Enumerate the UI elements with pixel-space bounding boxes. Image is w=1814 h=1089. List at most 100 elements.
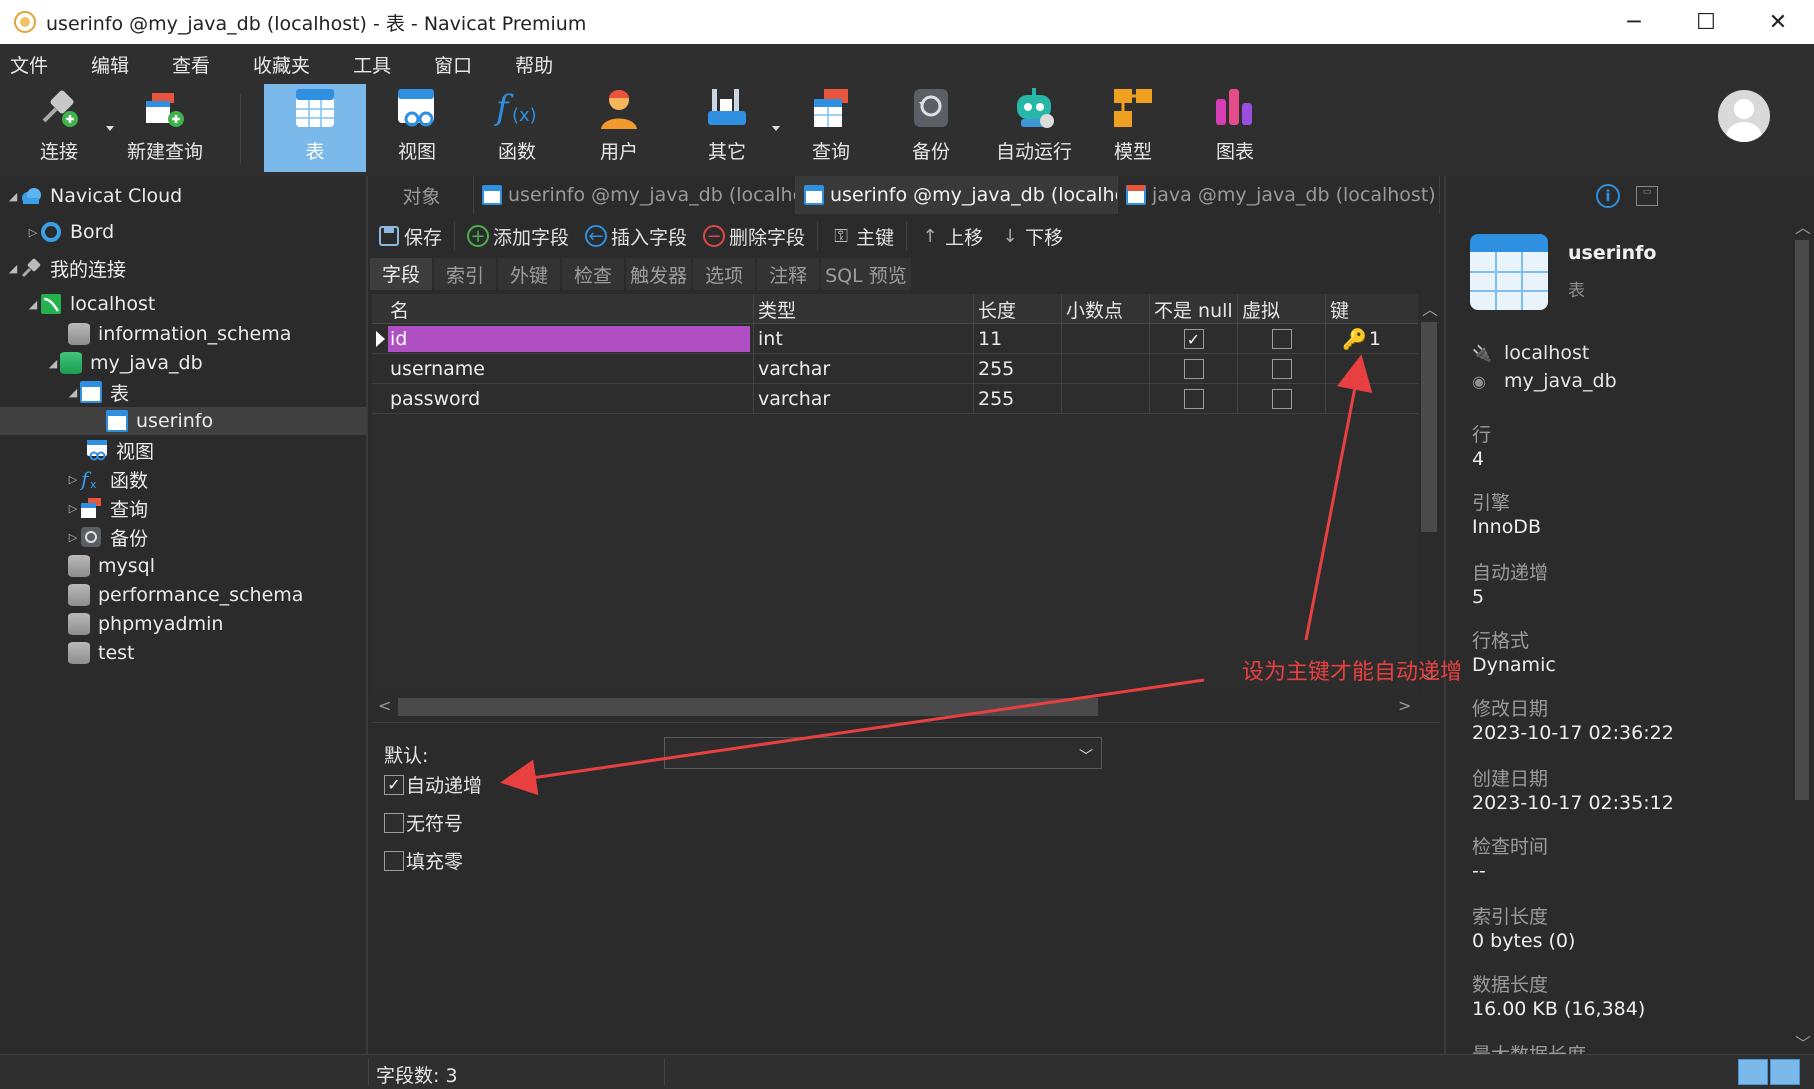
scrollbar-thumb[interactable] <box>1421 322 1437 532</box>
subtab-foreign-keys[interactable]: 外键 <box>498 258 561 290</box>
field-name-cell[interactable]: id <box>388 324 754 354</box>
chart-button[interactable]: 图表 <box>1206 84 1264 172</box>
toggle-nav-pane-button[interactable] <box>1738 1059 1768 1085</box>
zerofill-option[interactable]: 填充零 <box>384 847 463 874</box>
tab-userinfo-1[interactable]: userinfo @my_java_db (localho... <box>474 176 796 214</box>
subtab-checks[interactable]: 检查 <box>562 258 625 290</box>
close-button[interactable]: ✕ <box>1742 0 1814 44</box>
collapse-icon[interactable]: ▷ <box>66 473 80 486</box>
subtab-options[interactable]: 选项 <box>693 258 756 290</box>
field-not-null-cell[interactable] <box>1150 354 1238 384</box>
column-header-name[interactable]: 名 <box>372 294 754 324</box>
nav-db-my-java-db[interactable]: ◢ my_java_db <box>46 349 203 377</box>
field-not-null-cell[interactable] <box>1150 384 1238 414</box>
save-button[interactable]: 保存 <box>378 223 442 250</box>
primary-key-button[interactable]: ⚿ 主键 <box>830 223 894 250</box>
add-field-button[interactable]: + 添加字段 <box>467 223 569 250</box>
virtual-checkbox[interactable] <box>1271 389 1292 409</box>
scroll-left-icon[interactable]: < <box>378 696 391 715</box>
menu-help[interactable]: 帮助 <box>503 51 565 78</box>
nav-db-phpmyadmin[interactable]: phpmyadmin <box>68 610 223 638</box>
move-down-button[interactable]: ↓ 下移 <box>999 223 1064 250</box>
other-button[interactable]: 其它 <box>698 84 756 172</box>
not-null-checkbox[interactable]: ✓ <box>1183 329 1204 349</box>
view-button[interactable]: 视图 <box>388 84 446 172</box>
minimize-button[interactable]: ─ <box>1598 0 1670 44</box>
expand-icon[interactable]: ◢ <box>26 298 40 311</box>
menu-tools[interactable]: 工具 <box>341 51 403 78</box>
nav-localhost[interactable]: ◢ localhost <box>26 290 156 318</box>
column-header-key[interactable]: 键 <box>1326 294 1418 324</box>
scroll-up-icon[interactable]: ︿ <box>1422 296 1438 320</box>
virtual-checkbox[interactable] <box>1271 329 1292 349</box>
zerofill-checkbox[interactable] <box>384 850 404 871</box>
automation-button[interactable]: 自动运行 <box>996 84 1072 172</box>
subtab-fields[interactable]: 字段 <box>370 258 433 290</box>
nav-backups-folder[interactable]: ▷ 备份 <box>66 523 148 551</box>
nav-db-mysql[interactable]: mysql <box>68 552 155 580</box>
model-button[interactable]: 模型 <box>1104 84 1162 172</box>
expand-icon[interactable]: ◢ <box>6 190 20 203</box>
expand-icon[interactable]: ◢ <box>66 386 80 399</box>
field-not-null-cell[interactable]: ✓ <box>1150 324 1238 354</box>
scroll-right-icon[interactable]: > <box>1398 696 1411 715</box>
scroll-down-icon[interactable]: ﹀ <box>1795 1030 1811 1054</box>
nav-my-connections[interactable]: ◢ 我的连接 <box>6 254 126 282</box>
scroll-up-icon[interactable]: ︿ <box>1795 214 1811 238</box>
column-header-not-null[interactable]: 不是 null <box>1150 294 1238 324</box>
subtab-triggers[interactable]: 触发器 <box>626 258 692 290</box>
delete-field-button[interactable]: − 删除字段 <box>703 223 805 250</box>
info-icon[interactable]: i <box>1596 184 1620 208</box>
grid-horizontal-scrollbar[interactable]: < > <box>372 694 1418 720</box>
user-avatar[interactable] <box>1718 90 1770 142</box>
function-button[interactable]: f (x) 函数 <box>488 84 546 172</box>
nav-views-folder[interactable]: 视图 <box>86 436 154 464</box>
toggle-info-pane-button[interactable] <box>1770 1059 1800 1085</box>
menu-favorites[interactable]: 收藏夹 <box>241 51 322 78</box>
menu-edit[interactable]: 编辑 <box>79 51 141 78</box>
expand-icon[interactable]: ◢ <box>6 262 20 275</box>
table-row[interactable]: username varchar 255 <box>372 354 1418 384</box>
field-length-cell[interactable]: 255 <box>974 384 1062 414</box>
field-virtual-cell[interactable] <box>1238 384 1326 414</box>
subtab-comment[interactable]: 注释 <box>757 258 820 290</box>
nav-queries-folder[interactable]: ▷ 查询 <box>66 494 148 522</box>
scrollbar-thumb[interactable] <box>398 698 1098 716</box>
nav-db-performance-schema[interactable]: performance_schema <box>68 581 303 609</box>
chevron-down-icon[interactable]: ﹀ <box>1079 746 1093 766</box>
field-virtual-cell[interactable] <box>1238 354 1326 384</box>
connect-dropdown-icon[interactable] <box>106 126 114 131</box>
ddl-icon[interactable]: ▭ <box>1636 186 1658 206</box>
scrollbar-thumb[interactable] <box>1795 240 1809 800</box>
move-up-button[interactable]: ↑ 上移 <box>919 223 984 250</box>
nav-db-test[interactable]: test <box>68 639 135 667</box>
field-name-cell[interactable]: password <box>372 384 754 414</box>
menu-file[interactable]: 文件 <box>0 51 60 78</box>
field-type-cell[interactable]: varchar <box>754 354 974 384</box>
column-header-type[interactable]: 类型 <box>754 294 974 324</box>
tab-userinfo-2[interactable]: userinfo @my_java_db (localho... <box>796 176 1118 214</box>
new-query-button[interactable]: 新建查询 <box>124 84 206 172</box>
collapse-icon[interactable]: ▷ <box>66 531 80 544</box>
field-key-cell[interactable] <box>1326 384 1418 414</box>
subtab-sql-preview[interactable]: SQL 预览 <box>821 258 911 290</box>
column-header-virtual[interactable]: 虚拟 <box>1238 294 1326 324</box>
menu-window[interactable]: 窗口 <box>422 51 484 78</box>
collapse-icon[interactable]: ▷ <box>26 226 40 239</box>
field-length-cell[interactable]: 255 <box>974 354 1062 384</box>
field-decimals-cell[interactable] <box>1062 384 1150 414</box>
nav-table-userinfo[interactable]: userinfo <box>0 407 366 435</box>
expand-icon[interactable]: ◢ <box>46 357 60 370</box>
nav-functions-folder[interactable]: ▷ fx 函数 <box>66 465 148 493</box>
virtual-checkbox[interactable] <box>1271 359 1292 379</box>
not-null-checkbox[interactable] <box>1183 359 1204 379</box>
tab-objects[interactable]: 对象 <box>370 176 474 214</box>
nav-db-information-schema[interactable]: information_schema <box>68 320 291 348</box>
field-virtual-cell[interactable] <box>1238 324 1326 354</box>
field-type-cell[interactable]: varchar <box>754 384 974 414</box>
insert-field-button[interactable]: ← 插入字段 <box>585 223 687 250</box>
field-type-cell[interactable]: int <box>754 324 974 354</box>
field-decimals-cell[interactable] <box>1062 354 1150 384</box>
table-button[interactable]: 表 <box>264 84 366 172</box>
column-header-length[interactable]: 长度 <box>974 294 1062 324</box>
